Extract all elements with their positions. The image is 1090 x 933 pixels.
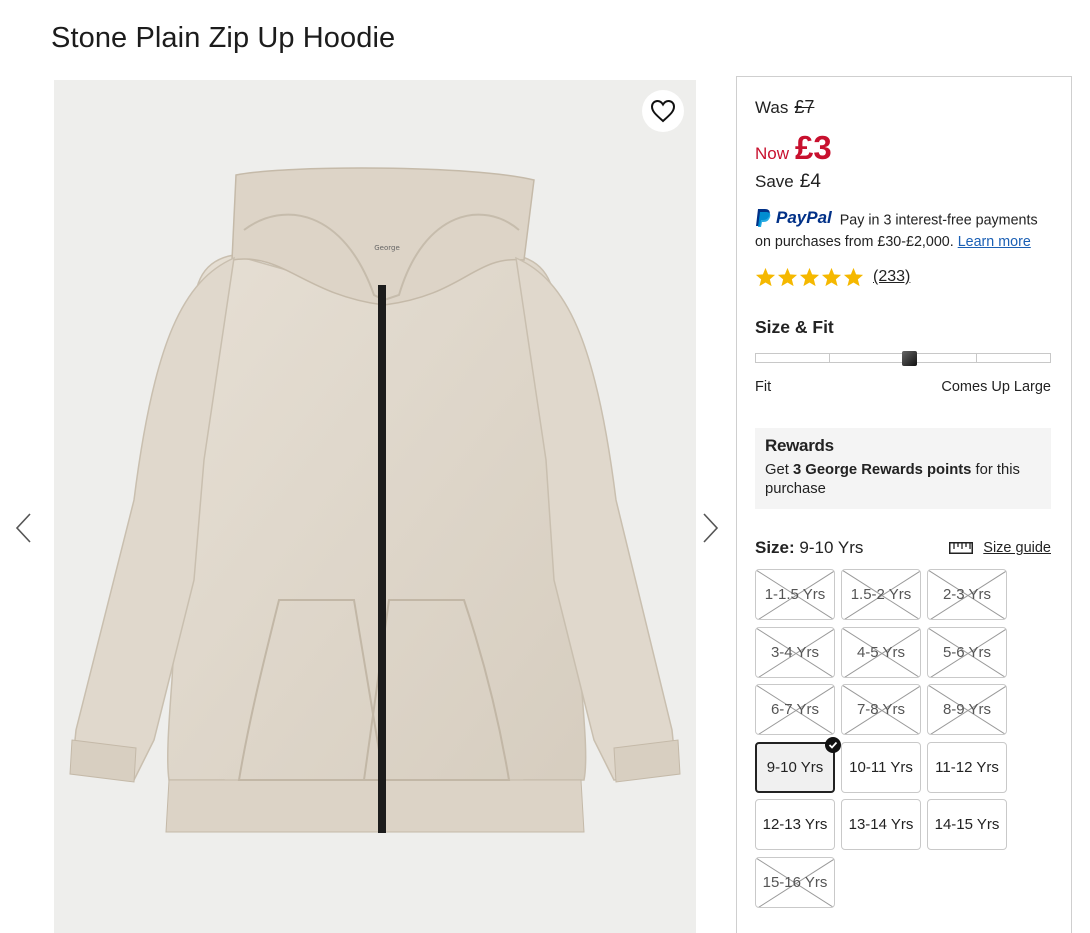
size-option[interactable]: 5-6 Yrs [927,626,1007,678]
size-option[interactable]: 3-4 Yrs [755,626,835,678]
size-label: Size: [755,538,795,557]
size-option-label: 3-4 Yrs [770,643,820,661]
brand-tag: George [374,244,400,252]
star-icon [821,267,842,287]
paypal-learn-more-link[interactable]: Learn more [958,234,1031,250]
size-option[interactable]: 1.5-2 Yrs [841,569,921,620]
size-option-label: 13-14 Yrs [848,816,914,833]
paypal-text-line2: on purchases from £30-£2,000. [755,233,954,250]
save-amount: Save £4 [755,171,821,193]
size-option[interactable]: 14-15 Yrs [927,799,1007,850]
size-option-label: 8-9 Yrs [942,701,992,718]
size-option-label: 10-11 Yrs [849,758,913,776]
save-value: £4 [799,171,821,192]
size-option-label: 11-12 Yrs [935,758,999,776]
rewards-title: Rewards [765,436,834,455]
chevron-left-icon [15,513,31,543]
was-value: £7 [794,97,815,117]
size-option[interactable]: 11-12 Yrs [927,741,1007,793]
size-option[interactable]: 8-9 Yrs [927,684,1007,735]
now-value: £3 [795,129,832,166]
star-icon [799,267,820,287]
star-icon [755,267,776,287]
rewards-text: Get 3 George Rewards points for this pur… [765,461,1041,499]
heart-icon [650,99,676,123]
selected-check-icon [825,736,841,753]
paypal-logo: PayPal [755,207,832,228]
hoodie-illustration: George [69,167,681,833]
size-option[interactable]: 1-1.5 Yrs [755,569,835,620]
product-title: Stone Plain Zip Up Hoodie [51,22,396,54]
size-guide-link[interactable]: Size guide [949,540,1051,556]
review-count-link[interactable]: (233) [873,268,910,286]
save-label: Save [755,172,794,191]
fit-scale-left-label: Fit [755,379,772,395]
size-option-label: 7-8 Yrs [856,701,906,718]
size-option[interactable]: 2-3 Yrs [927,569,1007,620]
rating[interactable]: (233) [755,267,910,287]
product-info-panel: Was £7 Now £3 Save £4 PayPal Pay in 3 in… [736,76,1072,933]
paypal-icon [756,208,771,227]
size-option-label: 6-7 Yrs [770,701,820,718]
size-option[interactable]: 10-11 Yrs [841,741,921,793]
size-option[interactable]: 12-13 Yrs [755,799,835,850]
size-option[interactable]: 9-10 Yrs [755,741,835,793]
star-icon [777,267,798,287]
size-option-label: 5-6 Yrs [942,643,992,661]
chevron-right-icon [703,513,719,543]
rewards-points: 3 George Rewards points [792,462,972,478]
size-option[interactable]: 15-16 Yrs [755,856,835,908]
now-price: Now £3 [755,129,832,167]
size-fit-title: Size & Fit [755,317,834,337]
star-icon [843,267,864,287]
size-option[interactable]: 7-8 Yrs [841,684,921,735]
product-image[interactable]: George [54,80,696,933]
was-label: Was [755,98,789,117]
rewards-text-pre: Get [765,462,793,478]
size-guide-label: Size guide [983,540,1051,556]
paypal-message: PayPal Pay in 3 interest-free payments o… [755,207,1065,253]
now-label: Now [755,144,790,163]
size-option-label: 1-1.5 Yrs [764,586,826,603]
fit-scale-right-label: Comes Up Large [941,379,1051,395]
favourite-button[interactable] [642,90,684,132]
size-option-label: 2-3 Yrs [942,586,992,603]
size-heading: Size: 9-10 Yrs [755,538,863,558]
size-option-label: 12-13 Yrs [762,816,828,833]
fit-marker [901,351,917,366]
rewards-box: Rewards Get 3 George Rewards points for … [755,428,1051,509]
size-option-label: 4-5 Yrs [856,643,906,661]
size-option-label: 1.5-2 Yrs [850,586,912,603]
size-option[interactable]: 4-5 Yrs [841,626,921,678]
size-option-label: 9-10 Yrs [766,758,824,776]
paypal-text-line1: Pay in 3 interest-free payments [839,212,1038,229]
size-option[interactable]: 13-14 Yrs [841,799,921,850]
ruler-icon [949,542,974,554]
paypal-wordmark: PayPal [776,208,832,227]
previous-image-button[interactable] [13,512,35,544]
star-rating [755,267,864,287]
was-price: Was £7 [755,97,814,118]
size-option-label: 15-16 Yrs [762,873,828,891]
selected-size: 9-10 Yrs [799,538,864,557]
size-option[interactable]: 6-7 Yrs [755,684,835,735]
next-image-button[interactable] [699,512,721,544]
size-option-label: 14-15 Yrs [934,816,1000,833]
